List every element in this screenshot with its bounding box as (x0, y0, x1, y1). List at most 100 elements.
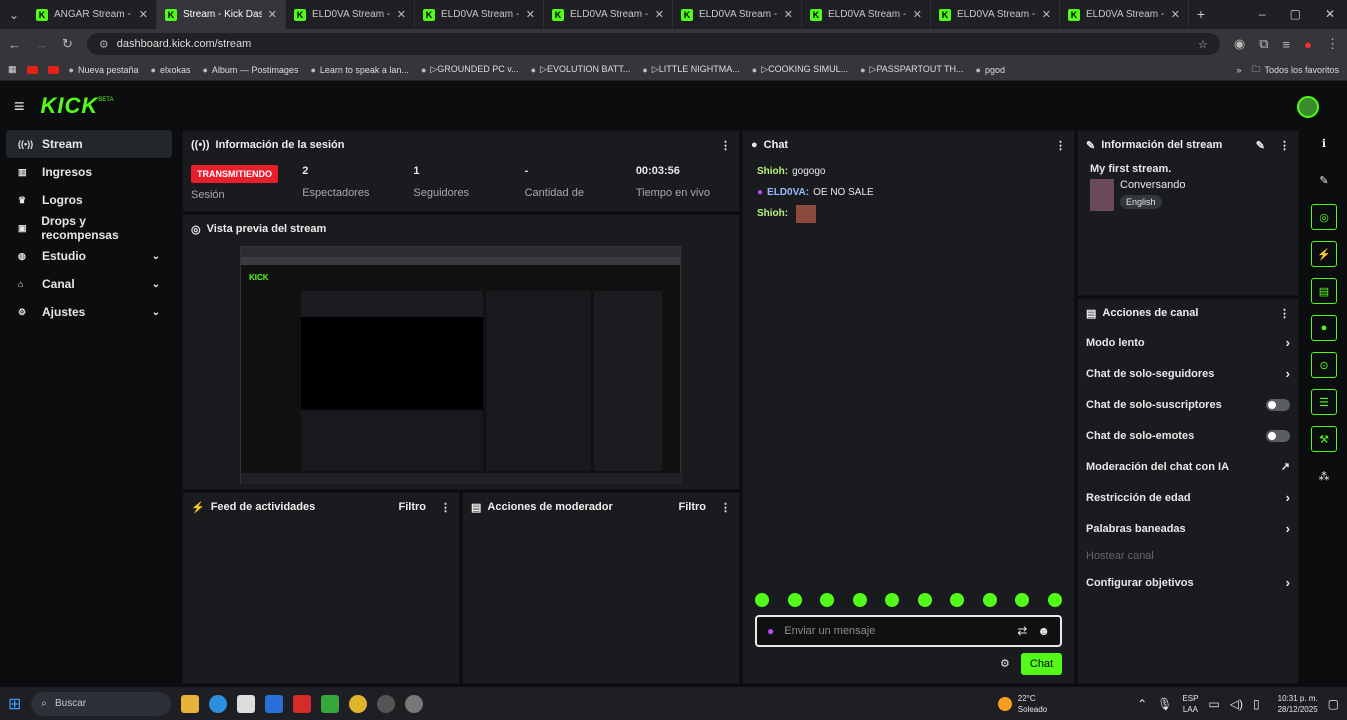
stream-preview-video[interactable]: KICK (240, 246, 682, 484)
emote-icon[interactable] (852, 593, 867, 607)
close-tab-icon[interactable]: ✕ (1171, 8, 1180, 21)
more-options-icon[interactable]: ⋮ (1279, 307, 1290, 320)
list-rail-icon[interactable]: ☰ (1311, 389, 1337, 415)
more-options-icon[interactable]: ⋮ (1055, 139, 1066, 152)
bookmark-item[interactable]: ● ▷EVOLUTION BATT... (531, 64, 631, 75)
category-name[interactable]: Conversando (1120, 179, 1185, 191)
media-player-icon[interactable] (377, 694, 396, 713)
info-icon[interactable]: ℹ (1311, 130, 1337, 156)
sidebar-item-ajustes[interactable]: ⚙ Ajustes ⌄ (6, 298, 172, 326)
chrome-icon[interactable] (349, 694, 368, 713)
obs-icon[interactable] (405, 694, 424, 713)
close-tab-icon[interactable]: ✕ (526, 8, 535, 21)
emote-icon[interactable] (755, 593, 769, 607)
sidebar-item-canal[interactable]: ⌂ Canal ⌄ (6, 270, 172, 298)
browser-tab[interactable]: K ELD0VA Stream - Wa ✕ (931, 0, 1060, 29)
document-rail-icon[interactable]: ▤ (1311, 278, 1337, 304)
profile-icon[interactable]: ● (1304, 37, 1312, 52)
emote-icon[interactable] (950, 593, 965, 607)
back-icon[interactable]: ← (8, 37, 21, 52)
edit-icon[interactable]: ✎ (1256, 139, 1265, 152)
emote-icon[interactable] (1047, 593, 1062, 607)
close-tab-icon[interactable]: ✕ (1042, 8, 1051, 21)
channel-action-item[interactable]: Moderación del chat con IA ↗ (1078, 451, 1298, 482)
browser-tab[interactable]: K ELD0VA Stream - Wa ✕ (544, 0, 673, 29)
emote-icon[interactable] (982, 593, 997, 607)
channel-action-item[interactable]: Modo lento › (1078, 327, 1298, 358)
more-options-icon[interactable]: ⋮ (1279, 139, 1290, 152)
chat-username[interactable]: Shioh: (757, 208, 788, 219)
more-options-icon[interactable]: ⋮ (440, 501, 451, 514)
taskbar-search[interactable]: ⌕ Buscar (31, 691, 172, 716)
more-options-icon[interactable]: ⋮ (720, 139, 731, 152)
channel-action-item[interactable]: Palabras baneadas › (1078, 513, 1298, 544)
channel-action-item[interactable]: Chat de solo-emotes (1078, 420, 1298, 451)
chat-rail-icon[interactable]: ● (1311, 315, 1337, 341)
menu-dots-icon[interactable]: ⋮ (1326, 36, 1339, 52)
weather-widget[interactable]: 22°C Soleado (997, 693, 1047, 715)
bookmark-item[interactable]: ● Learn to speak a lan... (310, 64, 409, 75)
network-icon[interactable]: ▭ (1208, 697, 1219, 711)
bookmark-item[interactable]: ● ▷GROUNDED PC v... (421, 64, 519, 75)
emote-icon[interactable] (885, 593, 900, 607)
close-tab-icon[interactable]: ✕ (655, 8, 664, 21)
windows-start-icon[interactable]: ⊞ (8, 694, 21, 714)
browser-tab[interactable]: K ANGAR Stream - ✕ (28, 0, 157, 29)
notifications-icon[interactable]: ▢ (1328, 697, 1339, 711)
sidebar-item-drops[interactable]: ▣ Drops y recompensas (6, 214, 172, 242)
channel-action-item[interactable]: Chat de solo-suscriptores (1078, 389, 1298, 420)
mic-icon[interactable]: ● (767, 624, 774, 638)
bookmark-item[interactable]: ● Nueva pestaña (69, 64, 139, 75)
channel-action-item[interactable]: Restricción de edad › (1078, 482, 1298, 513)
minimize-icon[interactable]: – (1259, 0, 1266, 29)
clock[interactable]: 10:31 p. m. 28/12/2025 (1278, 693, 1318, 715)
sidebar-item-logros[interactable]: ♛ Logros (6, 186, 172, 214)
tray-mic-icon[interactable]: 🎙 (1157, 697, 1172, 711)
feed-filter-button[interactable]: Filtro (399, 501, 427, 513)
maximize-icon[interactable]: ▢ (1290, 0, 1301, 29)
chevron-down-icon[interactable]: ⌄ (152, 251, 160, 262)
close-tab-icon[interactable]: ✕ (268, 8, 277, 21)
bookmark-item[interactable]: ● Album — Postimages (202, 64, 298, 75)
reload-icon[interactable]: ↻ (62, 36, 73, 52)
emoji-icon[interactable]: ☻ (1037, 624, 1050, 638)
share-icon[interactable]: ⁂ (1311, 463, 1337, 489)
mod-filter-button[interactable]: Filtro (679, 501, 707, 513)
translate-icon[interactable]: ⇄ (1017, 624, 1027, 638)
bookmark-item[interactable]: ● ▷LITTLE NIGHTMA... (642, 64, 739, 75)
chevron-down-icon[interactable]: ⌄ (152, 279, 160, 290)
url-field[interactable]: ⚙ dashboard.kick.com/stream ☆ (86, 33, 1220, 55)
site-info-icon[interactable]: ⚙ (99, 38, 109, 51)
emote-icon[interactable] (1015, 593, 1030, 607)
browser-tab[interactable]: K Stream - Kick Dashbo ✕ (157, 0, 286, 29)
browser-tab[interactable]: K ELD0VA Stream - Wa ✕ (802, 0, 931, 29)
apps-icon[interactable]: ▦ (8, 64, 17, 75)
user-avatar[interactable] (1297, 96, 1319, 118)
store-icon[interactable] (237, 694, 256, 713)
forward-icon[interactable]: → (35, 37, 48, 52)
browser-tab[interactable]: K ELD0VA Stream - Wa ✕ (673, 0, 802, 29)
extension-icon[interactable]: ◉ (1234, 36, 1245, 52)
chevron-down-icon[interactable]: ⌄ (152, 307, 160, 318)
puzzle-icon[interactable]: ⧉ (1259, 36, 1268, 52)
sidebar-item-stream[interactable]: ((•)) Stream (6, 130, 172, 158)
chat-username[interactable]: ELD0VA: (767, 187, 809, 198)
sidebar-item-estudio[interactable]: ◍ Estudio ⌄ (6, 242, 172, 270)
close-tab-icon[interactable]: ✕ (784, 8, 793, 21)
browser-tab[interactable]: K ELD0VA Stream - Wa ✕ (415, 0, 544, 29)
chat-settings-icon[interactable]: ⚙ (1000, 657, 1010, 670)
edge-icon[interactable] (209, 694, 228, 713)
category-thumbnail[interactable] (1090, 179, 1114, 211)
volume-icon[interactable]: ◁) (1230, 697, 1243, 711)
close-window-icon[interactable]: ✕ (1325, 0, 1335, 29)
bookmark-item[interactable]: ● pgod (976, 64, 1005, 75)
channel-action-item[interactable]: Configurar objetivos › (1078, 567, 1298, 598)
broadcast-rail-icon[interactable]: ⊙ (1311, 352, 1337, 378)
more-options-icon[interactable]: ⋮ (720, 501, 731, 514)
hamburger-menu-icon[interactable]: ≡ (14, 96, 25, 117)
language-indicator[interactable]: ESP LAA (1182, 693, 1198, 715)
media-icon[interactable]: ≡ (1283, 37, 1291, 52)
emote-icon[interactable] (820, 593, 835, 607)
kick-logo[interactable]: KICK (41, 93, 99, 119)
close-tab-icon[interactable]: ✕ (397, 8, 406, 21)
